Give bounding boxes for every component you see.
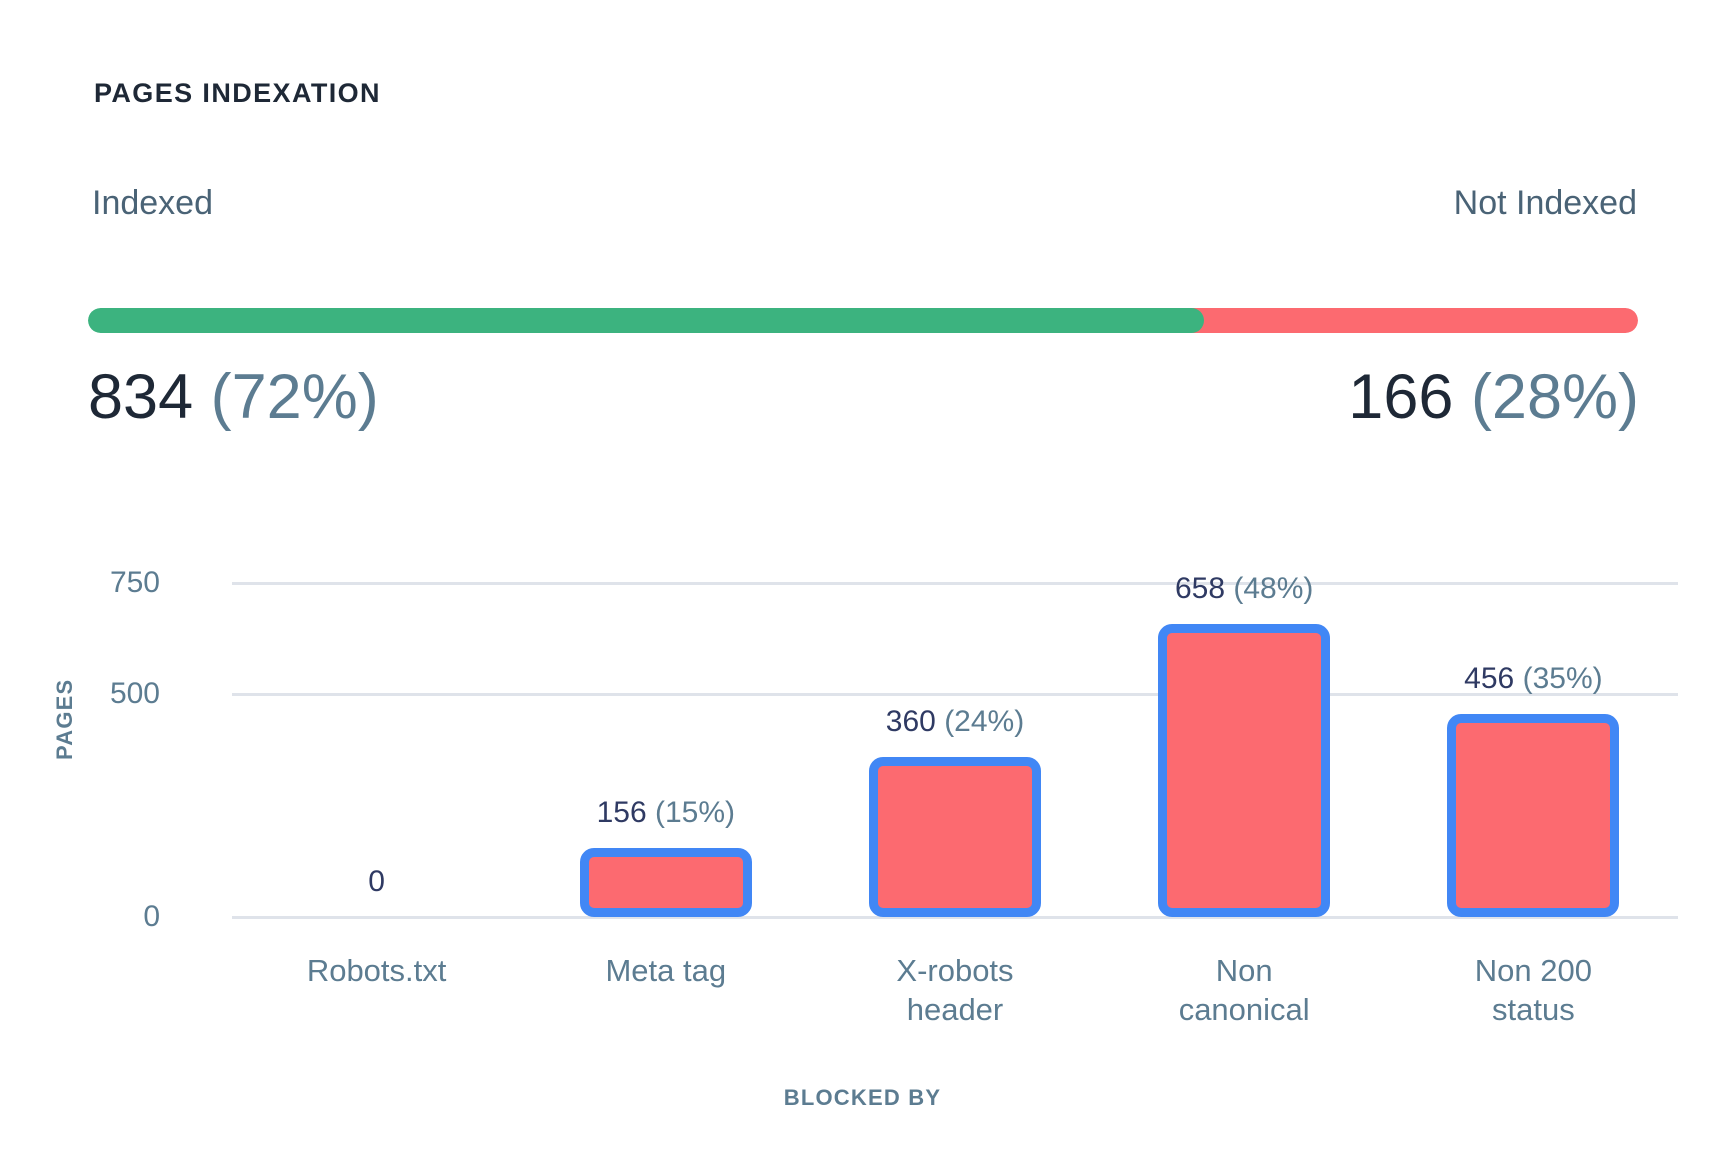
bar-value-percent: (35%) xyxy=(1522,661,1603,695)
not-indexed-stat: 166 (28%) xyxy=(1348,366,1639,429)
indexed-percent: (72%) xyxy=(210,362,379,432)
x-axis-label-line: Robots.txt xyxy=(306,953,447,988)
x-axis-label-line: status xyxy=(1492,992,1575,1028)
gridline xyxy=(232,915,1678,919)
bar-value-percent: (15%) xyxy=(654,795,736,829)
bar-value-label: 0 xyxy=(368,867,385,897)
x-axis-label-line: Non xyxy=(1215,953,1273,988)
bar-value-count: 456 xyxy=(1464,661,1515,695)
gridline xyxy=(232,581,1678,585)
bar-slot: 360 (24%) xyxy=(869,583,1041,917)
x-axis-title: BLOCKED BY xyxy=(783,1085,942,1110)
split-bar-not-indexed-segment xyxy=(1191,308,1638,333)
x-axis-label-3: Non canonical xyxy=(1100,951,1389,1029)
bar-value-percent: (24%) xyxy=(944,704,1025,738)
x-axis-label-line: X-robots xyxy=(896,953,1014,988)
not-indexed-label: Not Indexed xyxy=(1453,184,1637,222)
bar-value-label: 156 (15%) xyxy=(596,795,736,829)
not-indexed-percent: (28%) xyxy=(1470,362,1639,432)
bar-x-robots-header[interactable] xyxy=(869,756,1041,917)
bar-non-canonical[interactable] xyxy=(1158,623,1331,917)
x-axis-label-line: header xyxy=(906,992,1004,1028)
indexation-split-bar xyxy=(88,308,1638,333)
x-axis-label-0: Robots.txt xyxy=(232,951,521,990)
bar-value-label: 456 (35%) xyxy=(1464,661,1603,695)
bar-value-label: 360 (24%) xyxy=(885,704,1025,738)
x-axis-label-4: Non 200 status xyxy=(1389,951,1678,1029)
indexed-stat: 834 (72%) xyxy=(88,366,379,429)
bar-non-200-status[interactable] xyxy=(1447,713,1620,917)
bar-value-count: 360 xyxy=(885,704,936,738)
y-axis-tick-label: 750 xyxy=(109,566,160,599)
bar-slot: 0 xyxy=(291,583,463,917)
gridline xyxy=(232,692,1678,696)
x-axis-label-line: canonical xyxy=(1178,992,1310,1028)
bar-slot: 156 (15%) xyxy=(579,583,752,917)
bar-value-count: 0 xyxy=(368,865,385,898)
x-axis-label-1: Meta tag xyxy=(521,951,810,990)
y-axis-title: PAGES xyxy=(52,678,77,760)
bar-value-label: 658 (48%) xyxy=(1174,571,1314,605)
page-title: PAGES INDEXATION xyxy=(94,78,381,108)
not-indexed-count: 166 xyxy=(1348,362,1454,432)
bar-value-percent: (48%) xyxy=(1233,571,1314,605)
x-axis-label-line: Non 200 xyxy=(1474,953,1592,988)
split-bar-indexed-segment xyxy=(88,308,1204,333)
indexed-count: 834 xyxy=(88,362,194,432)
bar-slot: 456 (35%) xyxy=(1447,583,1620,917)
y-axis-tick-label: 0 xyxy=(143,900,160,933)
chart-plot-area: 750 500 0 0 156 (15%) 360 (24%) 658 (48%) 456 (… xyxy=(110,566,1678,933)
x-axis-label-2: X-robots header xyxy=(810,951,1099,1029)
x-axis-label-line: Meta tag xyxy=(605,953,727,988)
indexed-label: Indexed xyxy=(92,184,213,222)
bar-slot: 658 (48%) xyxy=(1158,573,1331,917)
bar-value-count: 156 xyxy=(596,795,647,829)
bar-value-count: 658 xyxy=(1174,571,1226,605)
y-axis-tick-label: 500 xyxy=(109,677,160,711)
bar-meta-tag[interactable] xyxy=(579,847,752,917)
